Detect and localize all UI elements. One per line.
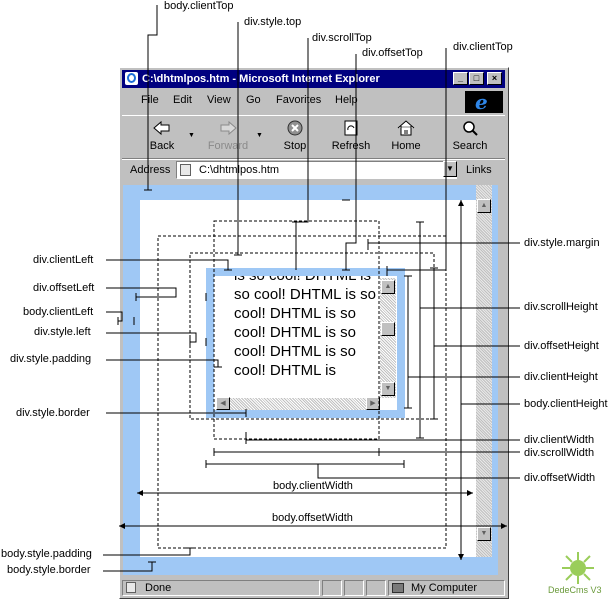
- label-body-style-border: body.style.border: [7, 564, 91, 576]
- leader-body-style-border: [103, 561, 156, 572]
- label-body-clientTop: body.clientTop: [164, 0, 234, 12]
- div-offset-outline: [189, 252, 435, 420]
- leader-div-scrollTop: [292, 38, 309, 270]
- label-body-offsetWidth: body.offsetWidth: [272, 512, 353, 524]
- div-margin-outline: [157, 235, 447, 549]
- watermark: DedeCms V3: [548, 548, 606, 598]
- label-body-clientLeft: body.clientLeft: [23, 306, 94, 318]
- leader-div-clientWidth: [245, 432, 520, 444]
- label-div-offsetLeft: div.offsetLeft: [33, 282, 95, 294]
- label-div-scrollTop: div.scrollTop: [312, 32, 372, 44]
- label-body-clientWidth: body.clientWidth: [273, 480, 353, 492]
- label-div-offsetTop: div.offsetTop: [362, 47, 423, 59]
- leader-body-clientHeight: [460, 200, 520, 560]
- label-div-style-padding: div.style.padding: [10, 353, 92, 365]
- label-div-clientTop: div.clientTop: [453, 41, 513, 53]
- label-div-style-border: div.style.border: [16, 407, 90, 419]
- watermark-text: DedeCms V3: [548, 585, 602, 595]
- leader-div-scrollHeight: [416, 221, 520, 439]
- label-div-clientHeight: div.clientHeight: [524, 371, 598, 383]
- leader-body-clientTop: [144, 5, 158, 191]
- leader-div-style-border: [106, 409, 247, 417]
- leader-div-offsetLeft: [106, 287, 207, 301]
- label-body-style-padding: body.style.padding: [1, 548, 92, 560]
- leader-div-offsetHeight: [430, 267, 520, 420]
- leader-div-clientTop: [386, 48, 447, 276]
- leader-div-scrollWidth: [213, 448, 520, 456]
- label-div-scrollHeight: div.scrollHeight: [524, 301, 598, 313]
- leader-body-clientLeft: [106, 311, 135, 325]
- leader-div-clientHeight: [404, 275, 520, 409]
- measurement-lines: [103, 5, 520, 572]
- label-div-offsetHeight: div.offsetHeight: [524, 340, 599, 352]
- leader-div-offsetWidth: [205, 460, 520, 479]
- label-div-clientLeft: div.clientLeft: [33, 254, 94, 266]
- label-div-style-top: div.style.top: [244, 16, 302, 28]
- leader-div-offsetTop: [342, 54, 357, 271]
- leader-div-style-left: [106, 332, 207, 346]
- leader-div-style-margin: [367, 239, 520, 250]
- leader-div-clientLeft: [106, 259, 232, 271]
- label-div-clientWidth: div.clientWidth: [524, 434, 595, 446]
- label-div-scrollWidth: div.scrollWidth: [524, 447, 595, 459]
- leader-body-style-padding: [103, 547, 194, 556]
- watermark-logo-icon: [562, 552, 594, 584]
- label-body-clientHeight: body.clientHeight: [524, 398, 608, 410]
- leader-div-style-top: [234, 22, 242, 256]
- leader-div-style-padding: [106, 359, 222, 368]
- label-div-offsetWidth: div.offsetWidth: [524, 472, 596, 484]
- label-div-style-margin: div.style.margin: [524, 237, 600, 249]
- label-div-style-left: div.style.left: [34, 326, 91, 338]
